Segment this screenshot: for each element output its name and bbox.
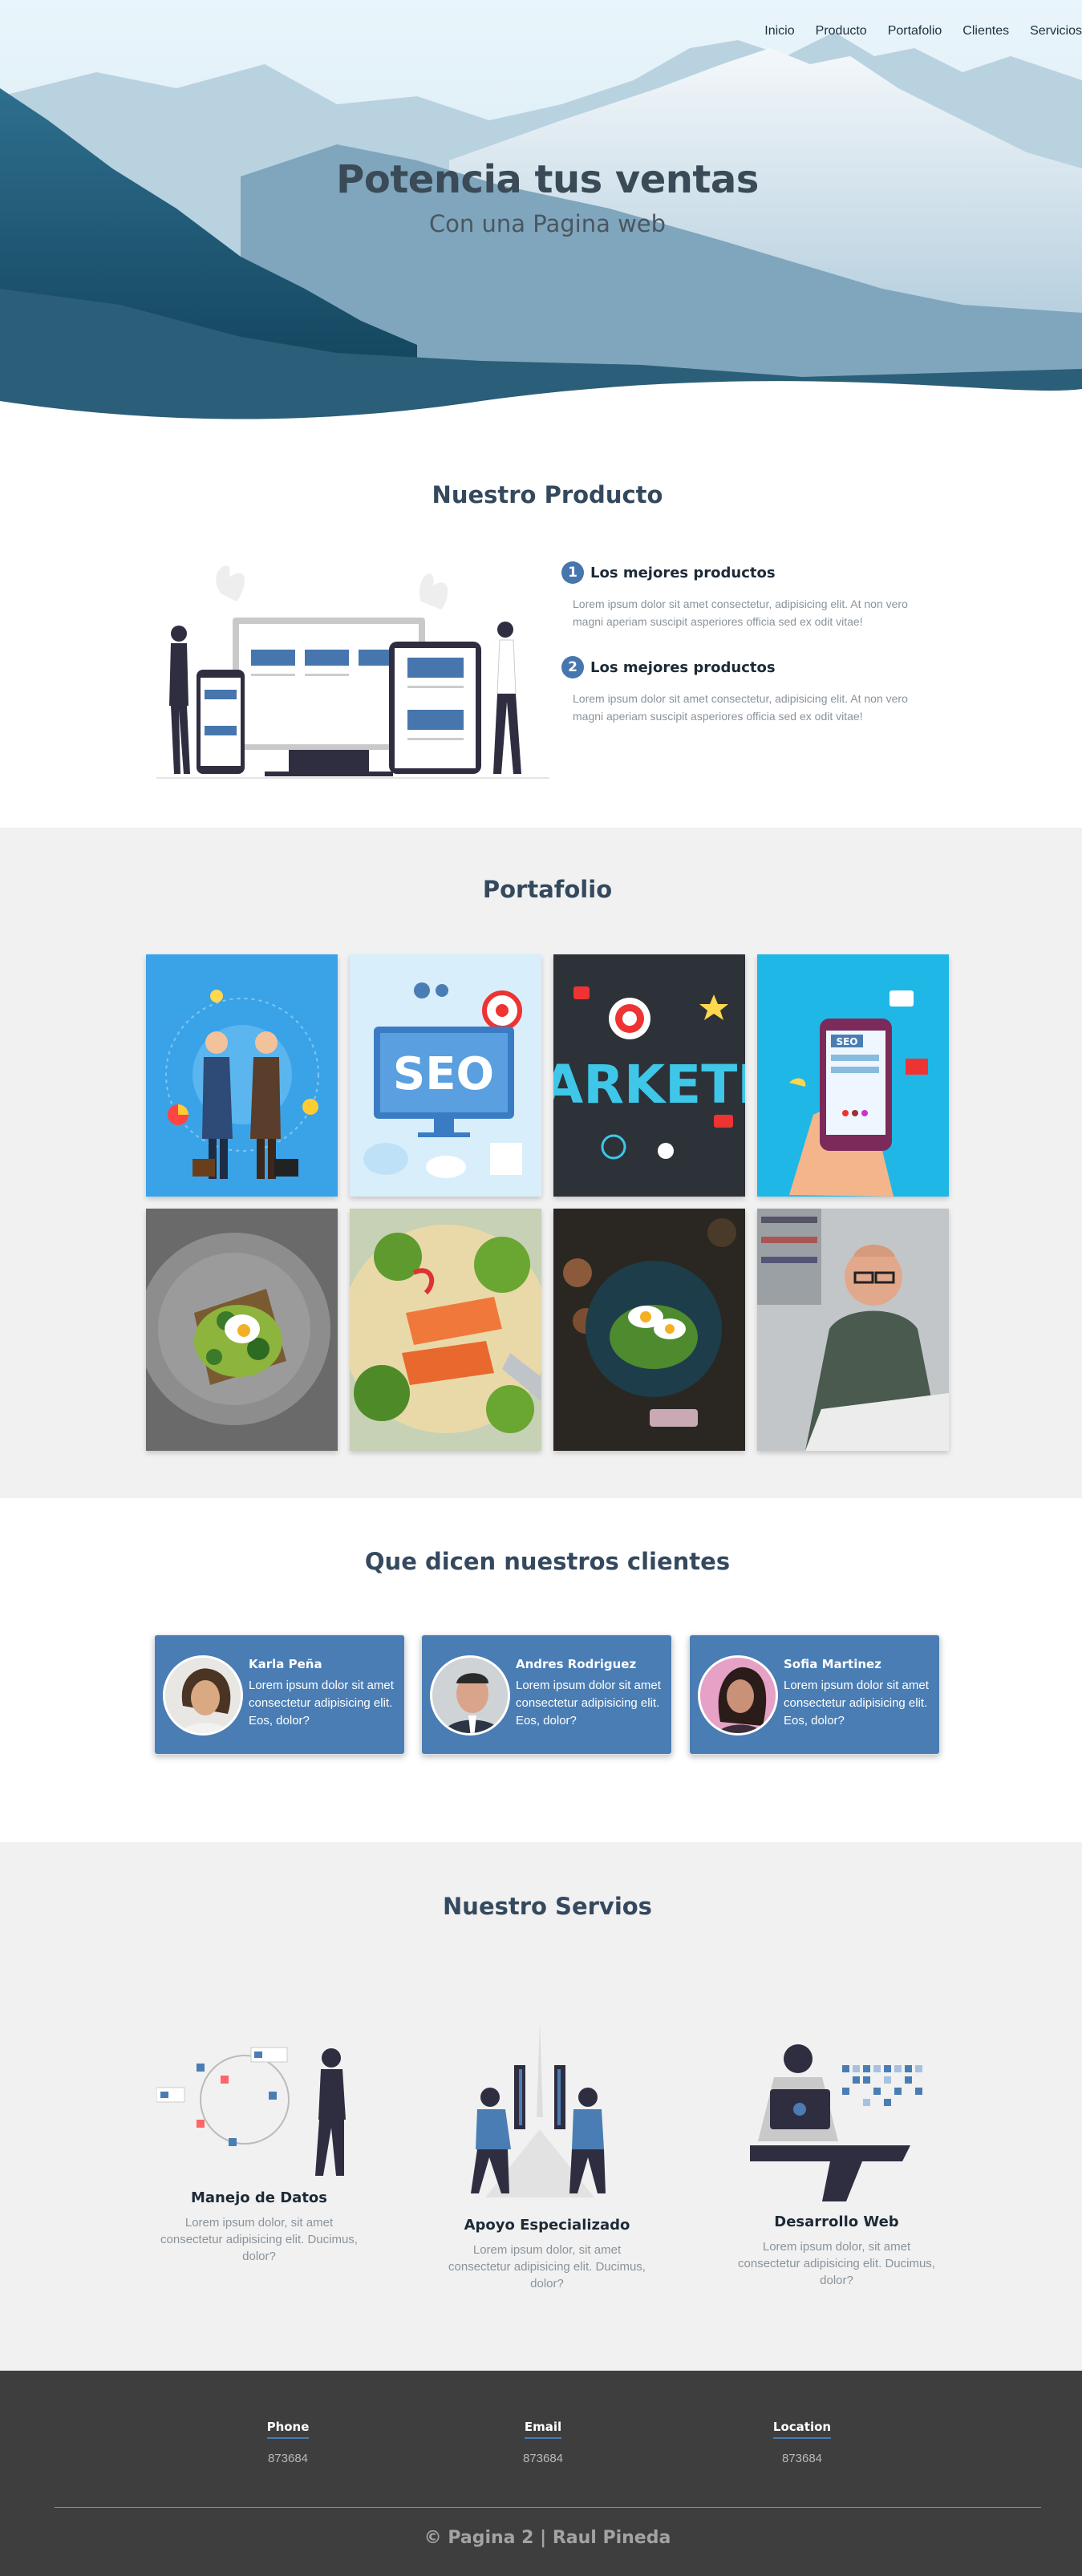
product-devices-illustration bbox=[156, 565, 549, 779]
service-card-apoyo: Apoyo Especializado Lorem ipsum dolor, s… bbox=[443, 2217, 651, 2292]
service-title: Apoyo Especializado bbox=[464, 2217, 630, 2234]
portfolio-tile-business[interactable] bbox=[146, 954, 338, 1197]
service-title: Desarrollo Web bbox=[774, 2213, 899, 2230]
portfolio-tile-marketing[interactable]: ARKETI bbox=[553, 954, 745, 1197]
service-card-desarrollo: Desarrollo Web Lorem ipsum dolor, sit am… bbox=[732, 2213, 941, 2289]
product-section-title: Nuestro Producto bbox=[432, 481, 663, 508]
portfolio-tile-egg-bowl[interactable] bbox=[553, 1209, 745, 1451]
portfolio-section-title: Portafolio bbox=[482, 876, 613, 903]
phone-seo-label: SEO bbox=[836, 1036, 857, 1047]
nav-link-clientes[interactable]: Clientes bbox=[962, 24, 1009, 38]
footer-location: Location 873684 bbox=[754, 2419, 850, 2465]
client-name: Sofia Martinez bbox=[784, 1657, 881, 1671]
marketing-icons-image: ARKETI bbox=[553, 954, 745, 1197]
service-description: Lorem ipsum dolor, sit amet consectetur … bbox=[448, 2243, 646, 2290]
egg-bowl-photo bbox=[553, 1209, 745, 1451]
testimonial-card: Sofia Martinez Lorem ipsum dolor sit ame… bbox=[689, 1634, 940, 1755]
footer-email: Email 873684 bbox=[495, 2419, 591, 2465]
footer-divider bbox=[55, 2507, 1041, 2508]
client-quote: Lorem ipsum dolor sit amet consectetur a… bbox=[249, 1679, 394, 1727]
portfolio-tile-avocado-toast[interactable] bbox=[146, 1209, 338, 1451]
feature-title: Los mejores productos bbox=[590, 564, 776, 581]
clients-section-title: Que dicen nuestros clientes bbox=[364, 1548, 731, 1575]
hero-subtitle: Con una Pagina web bbox=[428, 210, 667, 237]
web-development-illustration bbox=[750, 2044, 922, 2201]
marketing-word: ARKETI bbox=[553, 1054, 745, 1116]
footer-value: 873684 bbox=[267, 2452, 309, 2465]
testimonial-card: Karla Peña Lorem ipsum dolor sit amet co… bbox=[154, 1634, 405, 1755]
client-name: Karla Peña bbox=[249, 1657, 322, 1671]
avatar bbox=[698, 1655, 778, 1736]
avatar bbox=[163, 1655, 243, 1736]
specialized-support-illustration bbox=[471, 2021, 606, 2197]
footer-value: 873684 bbox=[781, 2452, 823, 2465]
main-nav: Inicio Producto Portafolio Clientes Serv… bbox=[764, 24, 1082, 38]
salmon-salad-photo bbox=[350, 1209, 541, 1451]
mobile-seo-image: SEO bbox=[757, 954, 949, 1197]
services-section-title: Nuestro Servios bbox=[443, 1893, 652, 1920]
nav-link-producto[interactable]: Producto bbox=[816, 24, 867, 38]
site-footer: Phone 873684 Email 873684 Location 87368… bbox=[0, 2371, 1082, 2576]
feature-description: Lorem ipsum dolor sit amet consectetur, … bbox=[573, 692, 908, 723]
avocado-toast-photo bbox=[146, 1209, 338, 1451]
product-feature-1: 1 Los mejores productos Lorem ipsum dolo… bbox=[561, 561, 938, 630]
testimonial-card: Andres Rodriguez Lorem ipsum dolor sit a… bbox=[421, 1634, 672, 1755]
footer-copyright: © Pagina 2 | Raul Pineda bbox=[423, 2528, 671, 2548]
hero-title: Potencia tus ventas bbox=[336, 157, 759, 202]
data-management-illustration bbox=[156, 2047, 346, 2176]
footer-value: 873684 bbox=[522, 2452, 564, 2465]
service-description: Lorem ipsum dolor, sit amet consectetur … bbox=[738, 2240, 935, 2287]
portfolio-tile-man-working[interactable] bbox=[757, 1209, 949, 1451]
footer-label: Location bbox=[772, 2420, 832, 2439]
nav-link-servicios[interactable]: Servicios bbox=[1030, 24, 1082, 38]
client-quote: Lorem ipsum dolor sit amet consectetur a… bbox=[784, 1679, 929, 1727]
nav-link-portafolio[interactable]: Portafolio bbox=[888, 24, 942, 38]
footer-label: Phone bbox=[266, 2420, 310, 2439]
man-working-photo bbox=[757, 1209, 949, 1451]
client-name: Andres Rodriguez bbox=[516, 1657, 637, 1671]
hero-section: Inicio Producto Portafolio Clientes Serv… bbox=[0, 0, 1082, 421]
service-title: Manejo de Datos bbox=[190, 2189, 327, 2206]
portfolio-tile-salmon-salad[interactable] bbox=[350, 1209, 541, 1451]
service-card-datos: Manejo de Datos Lorem ipsum dolor, sit a… bbox=[155, 2189, 363, 2265]
feature-title: Los mejores productos bbox=[590, 658, 776, 676]
feature-description: Lorem ipsum dolor sit amet consectetur, … bbox=[573, 597, 908, 628]
business-handshake-image bbox=[146, 954, 338, 1197]
seo-monitor-image: SEO bbox=[350, 954, 541, 1197]
portfolio-tile-seo[interactable]: SEO bbox=[350, 954, 541, 1197]
product-feature-2: 2 Los mejores productos Lorem ipsum dolo… bbox=[561, 656, 938, 725]
avatar bbox=[430, 1655, 510, 1736]
feature-number-badge: 2 bbox=[561, 656, 584, 678]
client-quote: Lorem ipsum dolor sit amet consectetur a… bbox=[516, 1679, 661, 1727]
service-description: Lorem ipsum dolor, sit amet consectetur … bbox=[160, 2216, 358, 2263]
seo-word: SEO bbox=[393, 1048, 494, 1100]
footer-label: Email bbox=[524, 2420, 562, 2439]
nav-link-inicio[interactable]: Inicio bbox=[764, 24, 794, 38]
feature-number-badge: 1 bbox=[561, 561, 584, 584]
portfolio-tile-mobile-seo[interactable]: SEO bbox=[757, 954, 949, 1197]
footer-phone: Phone 873684 bbox=[240, 2419, 336, 2465]
